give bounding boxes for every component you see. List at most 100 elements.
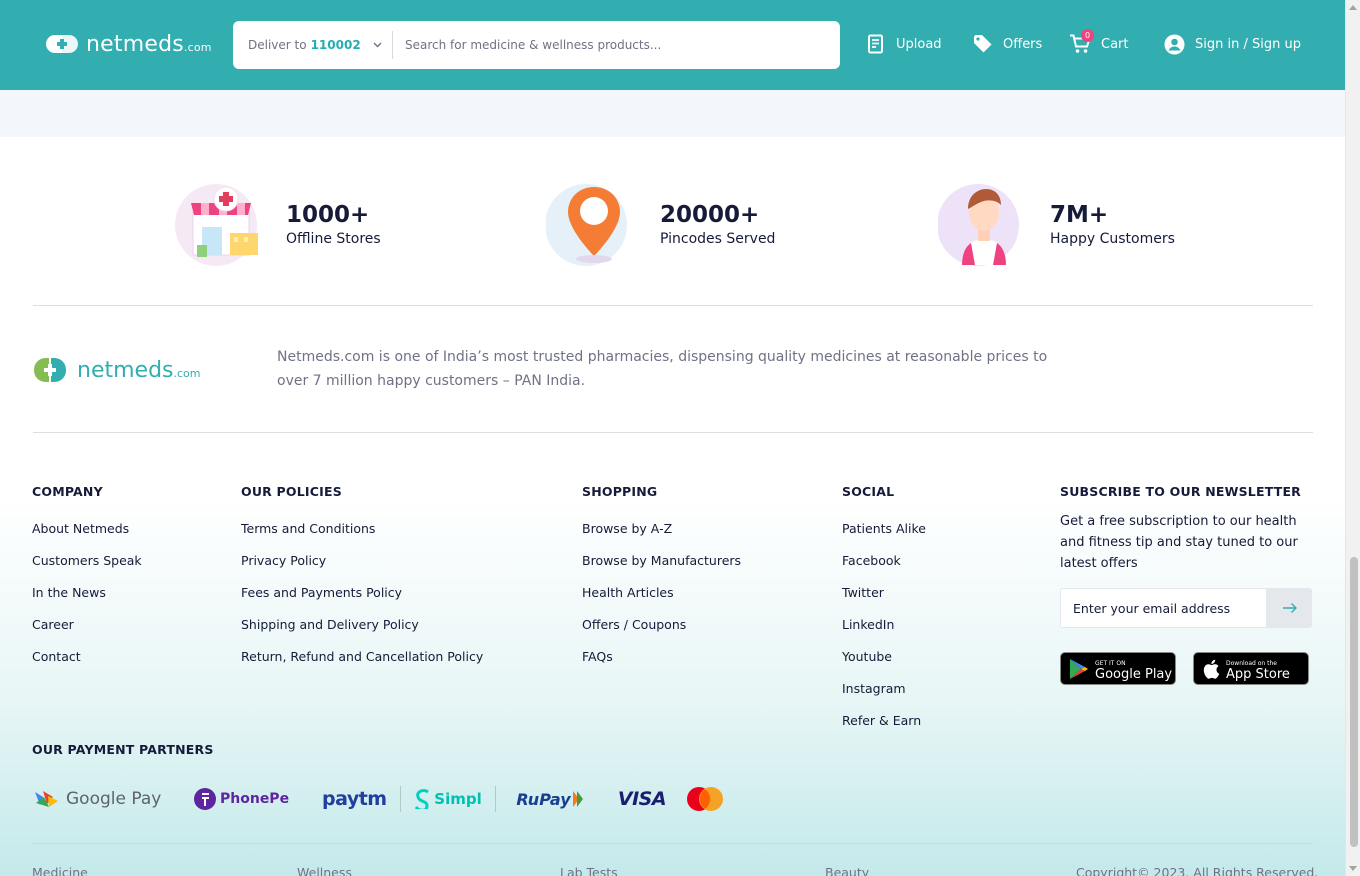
- app-store-badges: GET IT ON Google Play Download on the App …: [1060, 652, 1312, 685]
- badge-big-text: Google Play: [1095, 666, 1173, 682]
- footer-link-twitter[interactable]: Twitter: [842, 577, 926, 609]
- store-icon: [174, 181, 264, 267]
- page-gap: [0, 90, 1345, 137]
- footer-link-about[interactable]: About Netmeds: [32, 513, 142, 545]
- bottom-link-wellness[interactable]: Wellness: [297, 865, 352, 876]
- google-play-icon: [1070, 658, 1088, 679]
- bottom-link-lab-tests[interactable]: Lab Tests: [560, 865, 618, 876]
- bottom-link-beauty[interactable]: Beauty: [825, 865, 869, 876]
- column-title: OUR POLICIES: [241, 484, 342, 499]
- offers-label: Offers: [1003, 36, 1043, 52]
- stat-offline-stores: 1000+ Offline Stores: [174, 181, 381, 267]
- scroll-thumb[interactable]: [1350, 557, 1358, 847]
- chevron-down-icon: [373, 40, 382, 51]
- pincode-value: 110002: [310, 38, 361, 52]
- logo-text: netmeds.com: [77, 357, 201, 383]
- footer-column-shopping: SHOPPING Browse by A-Z Browse by Manufac…: [582, 484, 741, 673]
- column-title: COMPANY: [32, 484, 103, 499]
- footer-column-company: COMPANY About Netmeds Customers Speak In…: [32, 484, 142, 673]
- footer-column-newsletter: SUBSCRIBE TO OUR NEWSLETTER Get a free s…: [1060, 484, 1312, 685]
- column-title: SHOPPING: [582, 484, 658, 499]
- search-input[interactable]: [393, 38, 813, 52]
- column-title: SUBSCRIBE TO OUR NEWSLETTER: [1060, 484, 1302, 499]
- stat-number: 7M+: [1050, 202, 1109, 228]
- deliver-to-selector[interactable]: Deliver to 110002: [233, 31, 393, 59]
- cart-button[interactable]: 0 Cart: [1069, 29, 1129, 54]
- customer-icon: [937, 181, 1028, 267]
- scroll-down-arrow-icon[interactable]: [1349, 866, 1357, 871]
- footer-link-shipping[interactable]: Shipping and Delivery Policy: [241, 609, 483, 641]
- newsletter-description: Get a free subscription to our health an…: [1060, 514, 1298, 571]
- footer-link-linkedin[interactable]: LinkedIn: [842, 609, 926, 641]
- column-title: SOCIAL: [842, 484, 895, 499]
- footer-link-youtube[interactable]: Youtube: [842, 641, 926, 673]
- cart-count-badge: 0: [1081, 29, 1094, 42]
- google-play-badge[interactable]: GET IT ON Google Play: [1060, 652, 1176, 685]
- footer-link-facebook[interactable]: Facebook: [842, 545, 926, 577]
- signin-button[interactable]: Sign in / Sign up: [1164, 34, 1301, 55]
- stat-label: Happy Customers: [1050, 231, 1175, 247]
- logo-text: netmeds.com: [86, 31, 212, 57]
- rupay-logo: RuPay: [496, 785, 604, 813]
- newsletter-submit-button[interactable]: [1267, 588, 1312, 628]
- search-bar: Deliver to 110002: [233, 21, 840, 69]
- google-pay-logo: Google Pay: [32, 785, 194, 813]
- footer-link-fees[interactable]: Fees and Payments Policy: [241, 577, 483, 609]
- stat-number: 20000+: [660, 202, 760, 228]
- stats-section: 1000+ Offline Stores 20000+ Pincodes Ser…: [0, 137, 1345, 305]
- scroll-up-arrow-icon[interactable]: [1349, 5, 1357, 10]
- footer-link-contact[interactable]: Contact: [32, 641, 142, 673]
- visa-logo: VISA: [617, 788, 667, 810]
- stat-label: Offline Stores: [286, 231, 381, 247]
- phonepe-logo: PhonePe: [194, 785, 322, 813]
- upload-label: Upload: [896, 36, 942, 52]
- cart-label: Cart: [1101, 36, 1129, 52]
- footer-link-instagram[interactable]: Instagram: [842, 673, 926, 705]
- mastercard-logo: [680, 785, 730, 813]
- footer-link-patients-alike[interactable]: Patients Alike: [842, 513, 926, 545]
- netmeds-cross-icon: [46, 30, 78, 58]
- stat-happy-customers: 7M+ Happy Customers: [937, 181, 1175, 267]
- stat-label: Pincodes Served: [660, 231, 776, 247]
- newsletter-email-input[interactable]: [1060, 588, 1267, 628]
- footer-logo[interactable]: netmeds.com: [33, 357, 201, 383]
- signin-label: Sign in / Sign up: [1195, 37, 1301, 52]
- simpl-logo: Simpl: [401, 785, 495, 813]
- copyright-text: Copyright© 2023. All Rights Reserved.: [1076, 865, 1319, 876]
- netmeds-cross-icon: [34, 358, 66, 382]
- newsletter-form: [1060, 588, 1312, 628]
- footer-link-customers-speak[interactable]: Customers Speak: [32, 545, 142, 577]
- footer-area: 1000+ Offline Stores 20000+ Pincodes Ser…: [0, 137, 1345, 876]
- netmeds-logo[interactable]: netmeds.com: [46, 30, 212, 58]
- bottom-link-medicine[interactable]: Medicine: [32, 865, 88, 876]
- footer-link-browse-az[interactable]: Browse by A-Z: [582, 513, 741, 545]
- footer-link-in-the-news[interactable]: In the News: [32, 577, 142, 609]
- footer-link-faqs[interactable]: FAQs: [582, 641, 741, 673]
- upload-button[interactable]: Upload: [866, 34, 942, 54]
- footer-link-health-articles[interactable]: Health Articles: [582, 577, 741, 609]
- location-pin-icon: [545, 181, 636, 267]
- page-scrollbar[interactable]: [1345, 0, 1360, 876]
- footer-link-refer-earn[interactable]: Refer & Earn: [842, 705, 926, 737]
- badge-big-text: App Store: [1226, 666, 1290, 682]
- payment-partners-row: Google Pay PhonePe paytm Simpl RuPay VIS…: [32, 782, 730, 816]
- footer-link-manufacturers[interactable]: Browse by Manufacturers: [582, 545, 741, 577]
- offer-tag-icon: [973, 34, 993, 54]
- divider: [33, 305, 1313, 306]
- footer-link-career[interactable]: Career: [32, 609, 142, 641]
- footer-link-privacy[interactable]: Privacy Policy: [241, 545, 483, 577]
- top-header: netmeds.com Deliver to 110002 Upload Off…: [0, 0, 1345, 90]
- prescription-upload-icon: [866, 34, 886, 54]
- cart-icon: 0: [1069, 29, 1094, 54]
- footer-link-returns[interactable]: Return, Refund and Cancellation Policy: [241, 641, 483, 673]
- divider: [33, 432, 1313, 433]
- offers-button[interactable]: Offers: [973, 34, 1042, 54]
- deliver-label: Deliver to: [248, 38, 307, 52]
- app-store-badge[interactable]: Download on the App Store: [1193, 652, 1309, 685]
- footer-column-social: SOCIAL Patients Alike Facebook Twitter L…: [842, 484, 926, 737]
- footer-link-offers[interactable]: Offers / Coupons: [582, 609, 741, 641]
- divider: [33, 843, 1313, 844]
- stat-pincodes: 20000+ Pincodes Served: [545, 181, 776, 267]
- footer-link-terms[interactable]: Terms and Conditions: [241, 513, 483, 545]
- stat-number: 1000+: [286, 202, 370, 228]
